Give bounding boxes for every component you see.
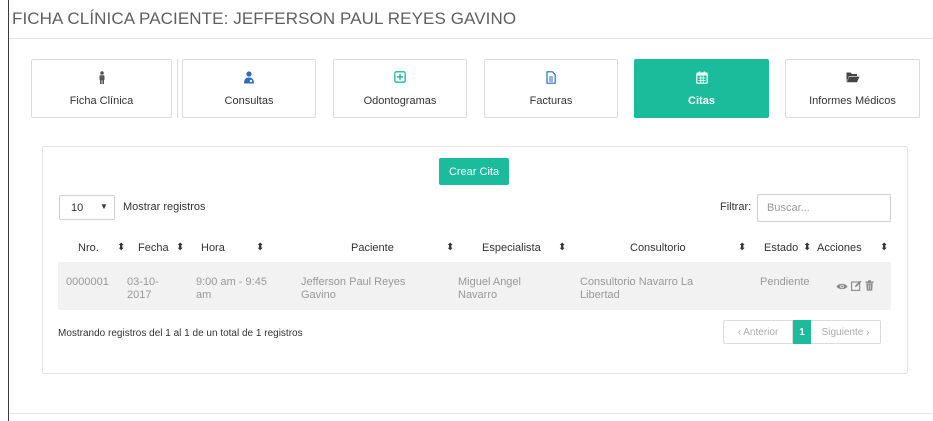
frame-bottom-divider [9, 413, 933, 414]
sort-icon[interactable]: ⬍ [176, 242, 184, 253]
eye-icon[interactable] [836, 278, 848, 296]
column-header-paciente[interactable]: Paciente [351, 242, 394, 254]
sort-icon[interactable]: ⬍ [256, 242, 264, 253]
tab-label: Odontogramas [363, 95, 437, 107]
tab-label: Citas [688, 95, 715, 107]
cell-paciente-line: Jefferson Paul Reyes [301, 276, 406, 288]
column-header-acciones[interactable]: Acciones [817, 242, 862, 254]
column-header-consultorio[interactable]: Consultorio [630, 242, 686, 254]
column-header-nro[interactable]: Nro. [78, 242, 99, 254]
tab-label: Ficha Clínica [69, 95, 134, 107]
cell-fecha-line: 2017 [127, 289, 152, 301]
table-header: Nro. ⬍ Fecha ⬍ Hora ⬍ Paciente ⬍ Especia… [58, 236, 891, 260]
column-header-especialista[interactable]: Especialista [482, 242, 541, 254]
tab-facturas[interactable]: Facturas [484, 59, 618, 118]
page-title: FICHA CLÍNICA PACIENTE: JEFFERSON PAUL R… [12, 9, 517, 28]
cell-paciente-line: Gavino [301, 289, 336, 301]
pagination: ‹ Anterior 1 Siguiente › [723, 320, 881, 344]
tab-separator [177, 59, 178, 118]
user-md-icon [183, 71, 315, 85]
sort-icon[interactable]: ⬍ [446, 242, 454, 253]
cell-especialista-line: Miguel Angel [458, 276, 521, 288]
cell-consultorio-line: Libertad [580, 289, 620, 301]
cell-fecha: 03-10- 2017 [127, 276, 159, 302]
cell-hora-line: 9:00 am - 9:45 [196, 276, 267, 288]
cell-paciente: Jefferson Paul Reyes Gavino [301, 276, 405, 302]
search-input[interactable] [757, 194, 891, 222]
row-actions [836, 278, 874, 296]
cell-fecha-line: 03-10- [127, 276, 159, 288]
cell-hora-line: am [196, 289, 212, 301]
tab-label: Facturas [529, 95, 573, 107]
tab-informes-medicos[interactable]: Informes Médicos [785, 59, 920, 118]
trash-icon[interactable] [865, 278, 874, 296]
person-icon [32, 71, 171, 85]
sort-icon[interactable]: ⬍ [558, 242, 566, 253]
column-header-fecha[interactable]: Fecha [138, 242, 169, 254]
page-length-label: Mostrar registros [123, 201, 206, 213]
tab-label: Informes Médicos [809, 95, 896, 107]
cell-nro: 0000001 [66, 276, 109, 288]
caret-down-icon: ▼ [100, 202, 108, 211]
column-header-hora[interactable]: Hora [201, 242, 225, 254]
tab-consultas[interactable]: Consultas [182, 59, 316, 118]
folder-open-icon [786, 71, 919, 85]
sort-icon[interactable]: ⬍ [803, 242, 811, 253]
cell-especialista: Miguel Angel Navarro [458, 276, 521, 302]
tab-label: Consultas [224, 95, 274, 107]
title-divider [9, 38, 933, 39]
page-length-value: 10 [71, 202, 84, 214]
cell-estado: Pendiente [760, 276, 810, 288]
plus-square-icon [334, 71, 466, 85]
tab-ficha-clinica[interactable]: Ficha Clínica [31, 59, 172, 118]
edit-icon[interactable] [851, 278, 862, 296]
cell-consultorio: Consultorio Navarro La Libertad [580, 276, 693, 302]
pagination-page[interactable]: 1 [793, 320, 811, 344]
tab-citas[interactable]: Citas [634, 59, 769, 118]
calendar-icon [635, 71, 768, 85]
pagination-next[interactable]: Siguiente › [811, 320, 881, 344]
sort-icon[interactable]: ⬍ [880, 242, 888, 253]
pagination-previous[interactable]: ‹ Anterior [723, 320, 793, 344]
cell-hora: 9:00 am - 9:45 am [196, 276, 267, 302]
cell-consultorio-line: Consultorio Navarro La [580, 276, 694, 288]
sort-icon[interactable]: ⬍ [117, 242, 125, 253]
table-info: Mostrando registros del 1 al 1 de un tot… [58, 328, 303, 339]
cell-especialista-line: Navarro [458, 289, 498, 301]
filter-label: Filtrar: [720, 201, 752, 213]
file-text-icon [485, 71, 617, 85]
tab-odontogramas[interactable]: Odontogramas [333, 59, 467, 118]
create-appointment-button[interactable]: Crear Cita [439, 158, 509, 185]
column-header-estado[interactable]: Estado [764, 242, 798, 254]
page-length-select[interactable]: 10 ▼ [59, 195, 115, 220]
sort-icon[interactable]: ⬍ [738, 242, 746, 253]
